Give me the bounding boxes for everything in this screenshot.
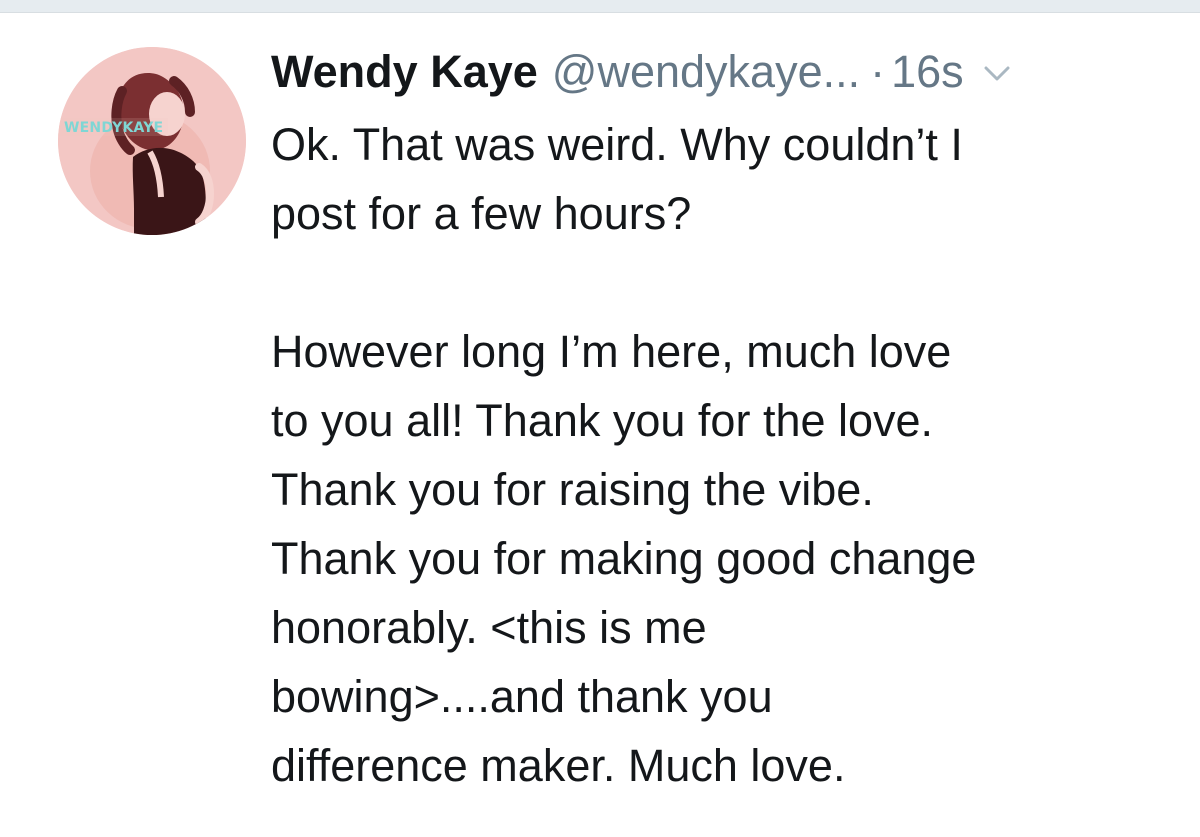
more-options-button[interactable]	[980, 57, 1014, 91]
tweet[interactable]: Wendy Kaye @wendykaye... · 16s Ok. That …	[271, 36, 1171, 800]
avatar-image	[58, 47, 246, 235]
avatar[interactable]: WENDYKAYE	[58, 47, 246, 235]
display-name[interactable]: Wendy Kaye	[271, 46, 538, 98]
user-handle[interactable]: @wendykaye...	[552, 46, 860, 98]
avatar-watermark: WENDYKAYE	[64, 120, 164, 136]
top-divider	[0, 0, 1200, 13]
metadata-separator: ·	[870, 46, 886, 97]
tweet-text: Ok. That was weird. Why couldn’t I post …	[271, 119, 977, 791]
chevron-down-icon	[984, 66, 1010, 81]
timestamp[interactable]: 16s	[891, 46, 964, 98]
tweet-header: Wendy Kaye @wendykaye... · 16s	[271, 36, 1171, 108]
